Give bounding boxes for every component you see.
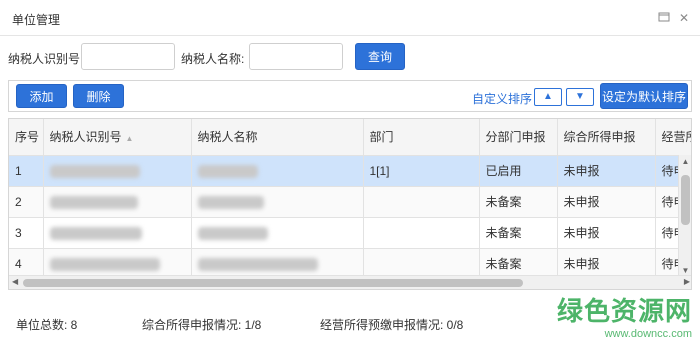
cell-taxpayer-name bbox=[191, 217, 364, 249]
add-button[interactable]: 添加 bbox=[16, 84, 67, 108]
unit-total-text: 单位总数: 8 bbox=[16, 318, 78, 332]
title-bar: 单位管理 ✕ bbox=[0, 0, 700, 36]
table-header-row: 序号 纳税人识别号▲ 纳税人名称 部门 分部门申报 综合所得申报 经营所 bbox=[9, 119, 691, 156]
taxpayer-id-label: 纳税人识别号: bbox=[8, 52, 84, 66]
cell-taxpayer-id bbox=[43, 186, 192, 218]
cell-comprehensive-declare: 未申报 bbox=[557, 155, 656, 187]
move-down-button[interactable]: ▼ bbox=[566, 88, 594, 106]
table-row[interactable]: 2 未备案 未申报 待申 bbox=[9, 186, 691, 218]
comprehensive-status-text: 综合所得申报情况: 1/8 bbox=[142, 318, 262, 332]
scroll-down-icon[interactable]: ▼ bbox=[679, 266, 691, 275]
cell-department: 1[1] bbox=[363, 155, 480, 187]
scroll-left-icon[interactable]: ◀ bbox=[12, 277, 18, 286]
cell-index: 2 bbox=[9, 186, 44, 218]
cell-taxpayer-id bbox=[43, 217, 192, 249]
redacted-taxpayer-name bbox=[197, 164, 258, 178]
redacted-taxpayer-id bbox=[49, 195, 138, 209]
cell-comprehensive-declare: 未申报 bbox=[557, 217, 656, 249]
window-title: 单位管理 bbox=[12, 13, 61, 27]
column-header-taxpayer-name[interactable]: 纳税人名称 bbox=[191, 119, 364, 156]
cell-branch-declare: 已启用 bbox=[479, 155, 558, 187]
search-row: 纳税人识别号: 纳税人名称: 查询 bbox=[0, 40, 700, 74]
vertical-scrollbar[interactable]: ▲ ▼ bbox=[678, 155, 691, 277]
taxpayer-id-input[interactable] bbox=[81, 43, 175, 70]
move-up-button[interactable]: ▲ bbox=[534, 88, 562, 106]
column-header-comprehensive-declare[interactable]: 综合所得申报 bbox=[557, 119, 656, 156]
column-header-taxpayer-id[interactable]: 纳税人识别号 ▲ bbox=[43, 119, 192, 156]
close-icon[interactable]: ✕ bbox=[677, 11, 691, 25]
redacted-taxpayer-name bbox=[197, 195, 264, 209]
business-status-text: 经营所得预缴申报情况: 0/8 bbox=[320, 318, 464, 332]
scroll-up-icon[interactable]: ▲ bbox=[679, 157, 691, 166]
redacted-taxpayer-name bbox=[197, 257, 318, 271]
horizontal-scrollbar[interactable]: ◀ ▶ bbox=[9, 275, 691, 289]
cell-branch-declare: 未备案 bbox=[479, 186, 558, 218]
toolbar: 添加 删除 自定义排序 ▲ ▼ 设定为默认排序 bbox=[8, 80, 692, 112]
set-default-sort-button[interactable]: 设定为默认排序 bbox=[600, 83, 688, 109]
vertical-scroll-thumb[interactable] bbox=[681, 175, 690, 225]
table-row[interactable]: 1 1[1] 已启用 未申报 待申 bbox=[9, 155, 691, 187]
taxpayer-name-input[interactable] bbox=[249, 43, 343, 70]
cell-taxpayer-name bbox=[191, 186, 364, 218]
watermark: 绿色资源网 www.downcc.com bbox=[557, 291, 692, 340]
taxpayer-name-label: 纳税人名称: bbox=[181, 52, 245, 66]
column-header-index[interactable]: 序号 bbox=[9, 119, 44, 156]
cell-index: 3 bbox=[9, 217, 44, 249]
watermark-logo: 绿色资源网 bbox=[556, 296, 692, 326]
sort-icon[interactable]: ▲ bbox=[126, 134, 134, 143]
cell-taxpayer-id bbox=[43, 155, 192, 187]
unit-table: 序号 纳税人识别号▲ 纳税人名称 部门 分部门申报 综合所得申报 经营所 1 1… bbox=[8, 118, 692, 290]
redacted-taxpayer-name bbox=[197, 226, 268, 240]
window-restore-icon[interactable] bbox=[657, 11, 671, 25]
cell-branch-declare: 未备案 bbox=[479, 217, 558, 249]
column-header-department[interactable]: 部门 bbox=[363, 119, 480, 156]
column-header-branch-declare[interactable]: 分部门申报 bbox=[479, 119, 558, 156]
scroll-right-icon[interactable]: ▶ bbox=[684, 277, 690, 286]
cell-taxpayer-name bbox=[191, 155, 364, 187]
column-header-business[interactable]: 经营所 bbox=[655, 119, 691, 156]
redacted-taxpayer-id bbox=[49, 226, 142, 240]
redacted-taxpayer-id bbox=[49, 257, 160, 271]
cell-department bbox=[363, 217, 480, 249]
table-row[interactable]: 3 未备案 未申报 待申 bbox=[9, 217, 691, 249]
watermark-url: www.downcc.com bbox=[604, 328, 692, 340]
delete-button[interactable]: 删除 bbox=[73, 84, 124, 108]
custom-sort-link[interactable]: 自定义排序 bbox=[472, 90, 532, 107]
cell-index: 1 bbox=[9, 155, 44, 187]
cell-department bbox=[363, 186, 480, 218]
cell-comprehensive-declare: 未申报 bbox=[557, 186, 656, 218]
redacted-taxpayer-id bbox=[49, 164, 140, 178]
query-button[interactable]: 查询 bbox=[355, 43, 405, 70]
horizontal-scroll-thumb[interactable] bbox=[23, 279, 523, 287]
